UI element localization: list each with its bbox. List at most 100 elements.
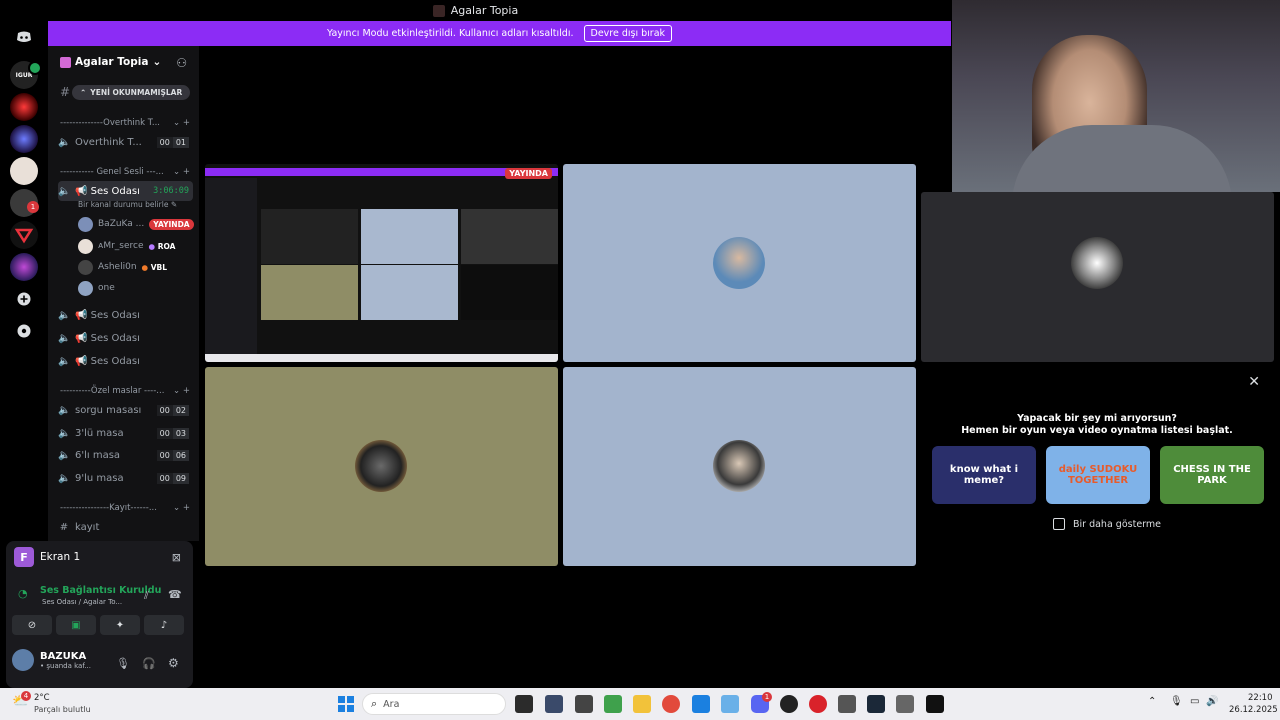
channel-6li-masa[interactable]: 🔈 6'lı masa 00 06 <box>58 445 193 465</box>
close-icon[interactable]: ✕ <box>1248 374 1260 390</box>
add-server-icon[interactable] <box>10 285 38 313</box>
app-icon[interactable] <box>721 695 739 713</box>
category-kayit[interactable]: ----------------Kayıt------... ⌄ + <box>60 503 190 513</box>
video-tile[interactable] <box>563 164 916 362</box>
chevron-up-icon[interactable]: ⌃ <box>1148 696 1156 707</box>
search-placeholder: Ara <box>383 698 400 710</box>
soundboard-icon[interactable]: ♪ <box>144 615 184 635</box>
video-tile[interactable] <box>205 367 558 566</box>
checkbox[interactable] <box>1053 518 1065 530</box>
channel-ses-odasi[interactable]: 🔈 📢 Ses Odası <box>58 328 193 348</box>
avatar <box>12 649 34 671</box>
category-ozel-masalar[interactable]: ----------Özel maslar ----... ⌄ + <box>60 386 190 396</box>
channel-ses-odasi[interactable]: 🔈 📢 Ses Odası <box>58 351 193 371</box>
channel-ses-odasi[interactable]: 🔈 📢 Ses Odası <box>58 305 193 325</box>
headphones-icon[interactable]: 🎧 <box>142 657 156 670</box>
app-icon[interactable] <box>809 695 827 713</box>
settings-icon[interactable] <box>896 695 914 713</box>
user-count: 00 03 <box>156 427 189 439</box>
channel-sorgu-masasi[interactable]: 🔈 sorgu masası 00 02 <box>58 400 193 420</box>
taskbar-search[interactable]: ⌕ Ara <box>362 693 506 715</box>
server-blue[interactable] <box>10 125 38 153</box>
voice-user[interactable]: ᴀMr_serce ● ROA <box>78 237 175 255</box>
weather-desc[interactable]: Parçalı bulutlu <box>34 705 91 714</box>
speaker-icon: 🔈 <box>58 136 71 148</box>
disconnect-icon[interactable]: ☎ <box>168 588 182 601</box>
windows-start-icon[interactable] <box>338 696 354 712</box>
camera-off-icon[interactable]: ⊘ <box>12 615 52 635</box>
nested-tile <box>261 265 358 320</box>
add-channel-icon[interactable]: ⌄ + <box>173 167 190 177</box>
channel-3lu-masa[interactable]: 🔈 3'lü masa 00 03 <box>58 423 193 443</box>
calculator-icon[interactable] <box>838 695 856 713</box>
steam-icon[interactable] <box>867 695 885 713</box>
nested-tile <box>261 209 358 264</box>
add-channel-icon[interactable]: ⌄ + <box>173 503 190 513</box>
server-red[interactable] <box>10 93 38 121</box>
user-area[interactable]: BAZUKA • şuanda kaf... <box>12 649 91 671</box>
activities-icon[interactable]: ✦ <box>100 615 140 635</box>
new-unreads-pill[interactable]: ⌃ YENİ OKUNMAMIŞLAR <box>72 85 191 100</box>
epic-games-icon[interactable] <box>926 695 944 713</box>
chrome-icon[interactable] <box>662 695 680 713</box>
voice-timer: 3:06:09 <box>153 186 189 196</box>
screen-share-row: F Ekran 1 <box>14 547 80 567</box>
video-tile[interactable] <box>921 192 1274 362</box>
server-valorant[interactable] <box>10 221 38 249</box>
avatar <box>78 280 93 296</box>
add-channel-icon[interactable]: ⌄ + <box>173 118 190 128</box>
live-badge: YAYINDA <box>505 168 552 179</box>
voice-user[interactable]: one <box>78 279 115 297</box>
settings-gear-icon[interactable]: ⚙ <box>168 656 179 670</box>
voice-user[interactable]: Asheli0n ● VBL <box>78 258 167 276</box>
voice-channel-link[interactable]: Ses Odası / Agalar To... <box>42 598 122 606</box>
category-genel-sesli[interactable]: ----------- Genel Sesli ---... ⌄ + <box>60 167 190 177</box>
channel-ses-odasi-active[interactable]: 🔈 📢 Ses Odası 3:06:09 <box>58 181 193 201</box>
clock-time[interactable]: 22:10 <box>1248 693 1273 703</box>
add-member-icon[interactable]: ⚇ <box>176 56 187 70</box>
avatar <box>713 237 765 289</box>
explore-icon[interactable] <box>10 317 38 345</box>
channel-kayit[interactable]: # kayıt <box>58 517 193 537</box>
activity-card-know-what-i-meme[interactable]: know what i meme? <box>932 446 1036 504</box>
app-icon[interactable] <box>575 695 593 713</box>
dont-show-again[interactable]: Bir daha gösterme <box>1053 518 1161 530</box>
stream-tile[interactable]: YAYINDA <box>205 164 558 362</box>
mention-badge: 1 <box>27 201 39 213</box>
discord-logo-icon[interactable] <box>10 23 38 51</box>
video-tile[interactable] <box>563 367 916 566</box>
store-icon[interactable] <box>692 695 710 713</box>
user-status: • şuanda kaf... <box>40 661 91 670</box>
microphone-icon[interactable]: 🎙 <box>1170 696 1183 707</box>
channel-overthink[interactable]: 🔈 Overthink T... 00 01 <box>58 132 193 152</box>
server-anime[interactable] <box>10 157 38 185</box>
screen-share-icon[interactable]: ▣ <box>56 615 96 635</box>
clan-tag: ● VBL <box>141 262 168 272</box>
category-label: ----------------Kayıt------... <box>60 503 157 513</box>
disable-streamer-mode-button[interactable]: Devre dışı bırak <box>583 25 673 42</box>
activity-card-sudoku[interactable]: daily SUDOKU TOGETHER <box>1046 446 1150 504</box>
server-header[interactable]: Agalar Topia ⌄ ⚇ <box>48 46 199 78</box>
set-channel-status[interactable]: Bir kanal durumu belirle ✎ <box>78 200 177 209</box>
clock-date[interactable]: 26.12.2025 <box>1229 705 1278 715</box>
app-icon[interactable] <box>780 695 798 713</box>
app-icon[interactable] <box>604 695 622 713</box>
microphone-icon[interactable]: 🎙 <box>116 657 130 670</box>
avatar <box>78 216 93 232</box>
activity-card-chess[interactable]: CHESS IN THE PARK <box>1160 446 1264 504</box>
server-icon <box>432 4 445 17</box>
network-icon[interactable]: ▭ <box>1190 696 1199 707</box>
weather-temp[interactable]: 2°C <box>34 693 50 703</box>
server-purple[interactable] <box>10 253 38 281</box>
add-channel-icon[interactable]: ⌄ + <box>173 386 190 396</box>
category-overthink[interactable]: --------------Overthink T... ⌄ + <box>60 118 190 128</box>
volume-icon[interactable]: 🔊 <box>1206 696 1218 707</box>
task-view-icon[interactable] <box>515 695 533 713</box>
app-icon[interactable] <box>545 695 563 713</box>
channel-9lu-masa[interactable]: 🔈 9'lu masa 00 09 <box>58 468 193 488</box>
voice-user[interactable]: BaZuKa ... YAYINDA <box>78 215 194 233</box>
file-explorer-icon[interactable] <box>633 695 651 713</box>
call-controls: ⊘ ▣ ✦ ♪ <box>12 615 184 635</box>
stop-stream-icon[interactable]: ⊠ <box>172 551 181 564</box>
noise-suppression-icon[interactable]: ⫽ <box>144 589 149 603</box>
